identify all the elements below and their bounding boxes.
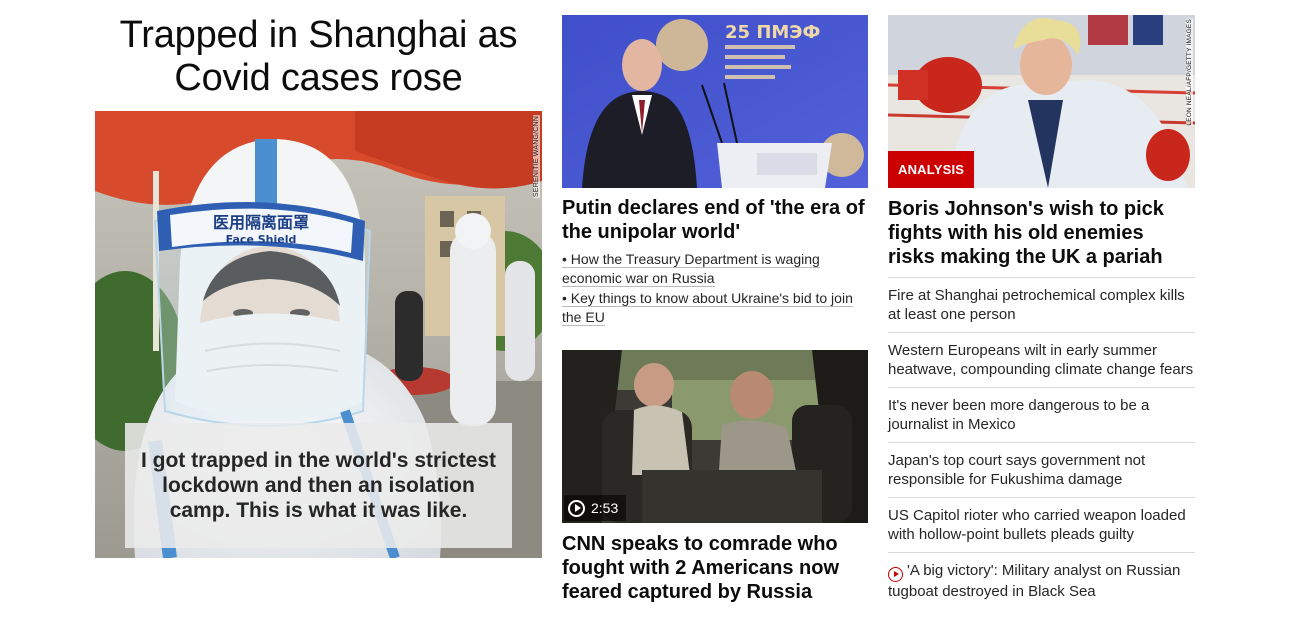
headline-list: Fire at Shanghai petrochemical complex k… — [888, 277, 1195, 609]
list-item[interactable]: It's never been more dangerous to be a j… — [888, 387, 1195, 442]
related-link-ukraine-eu[interactable]: • Key things to know about Ukraine's bid… — [562, 290, 853, 326]
list-item[interactable]: Western Europeans wilt in early summer h… — [888, 332, 1195, 387]
comrade-video-link[interactable]: 2:53 — [562, 350, 868, 523]
list-item[interactable]: US Capitol rioter who carried weapon loa… — [888, 497, 1195, 552]
lead-headline[interactable]: Trapped in Shanghai as Covid cases rose — [95, 14, 542, 100]
video-play-icon — [888, 566, 903, 582]
headline-link[interactable]: Western Europeans wilt in early summer h… — [888, 342, 1193, 378]
video-duration: 2:53 — [591, 500, 619, 516]
list-item[interactable]: 'A big victory': Military analyst on Rus… — [888, 552, 1195, 609]
analysis-tag: ANALYSIS — [888, 151, 975, 188]
headline-link[interactable]: US Capitol rioter who carried weapon loa… — [888, 507, 1186, 543]
lead-story: Trapped in Shanghai as Covid cases rose — [95, 14, 542, 558]
shield-cn-text: 医用隔离面罩 — [213, 213, 309, 232]
related-links: • How the Treasury Department is waging … — [562, 250, 868, 327]
lead-caption[interactable]: I got trapped in the world's strictest l… — [137, 448, 500, 523]
video-duration-badge[interactable]: 2:53 — [564, 495, 627, 521]
headline-link[interactable]: Fire at Shanghai petrochemical complex k… — [888, 287, 1185, 323]
putin-image: 25 ПМЭФ — [562, 15, 868, 188]
right-column: LEON NEAL/AFP/GETTY IMAGES ANALYSIS Bori… — [888, 15, 1195, 609]
lead-image-link[interactable]: 医用隔离面罩 Face Shield SERENITIE WANG/CNN I … — [95, 111, 542, 558]
boris-headline[interactable]: Boris Johnson's wish to pick fights with… — [888, 197, 1195, 269]
headline-link[interactable]: Japan's top court says government not re… — [888, 452, 1145, 488]
comrade-headline[interactable]: CNN speaks to comrade who fought with 2 … — [562, 532, 868, 604]
lead-headline-link[interactable]: Trapped in Shanghai as Covid cases rose — [95, 14, 542, 100]
putin-headline-link[interactable]: Putin declares end of 'the era of the un… — [562, 196, 868, 244]
boris-headline-link[interactable]: Boris Johnson's wish to pick fights with… — [888, 197, 1195, 269]
lead-caption-box[interactable]: I got trapped in the world's strictest l… — [125, 423, 512, 548]
boris-image-link[interactable]: LEON NEAL/AFP/GETTY IMAGES ANALYSIS — [888, 15, 1195, 188]
play-circle-icon — [568, 499, 585, 517]
shield-en-text: Face Shield — [226, 233, 297, 246]
boris-image-credit: LEON NEAL/AFP/GETTY IMAGES — [1186, 19, 1193, 126]
list-item[interactable]: Fire at Shanghai petrochemical complex k… — [888, 277, 1195, 332]
putin-image-link[interactable]: 25 ПМЭФ — [562, 15, 868, 188]
headline-link[interactable]: It's never been more dangerous to be a j… — [888, 397, 1149, 433]
center-column: 25 ПМЭФ Putin declares end of 'the era o… — [562, 15, 868, 604]
forum-logo-text: 25 ПМЭФ — [725, 22, 820, 43]
list-item[interactable]: Japan's top court says government not re… — [888, 442, 1195, 497]
putin-headline[interactable]: Putin declares end of 'the era of the un… — [562, 196, 868, 244]
headline-link[interactable]: 'A big victory': Military analyst on Rus… — [888, 562, 1180, 600]
lead-image-credit: SERENITIE WANG/CNN — [533, 115, 540, 199]
related-link-treasury[interactable]: • How the Treasury Department is waging … — [562, 251, 820, 287]
comrade-headline-link[interactable]: CNN speaks to comrade who fought with 2 … — [562, 532, 868, 604]
